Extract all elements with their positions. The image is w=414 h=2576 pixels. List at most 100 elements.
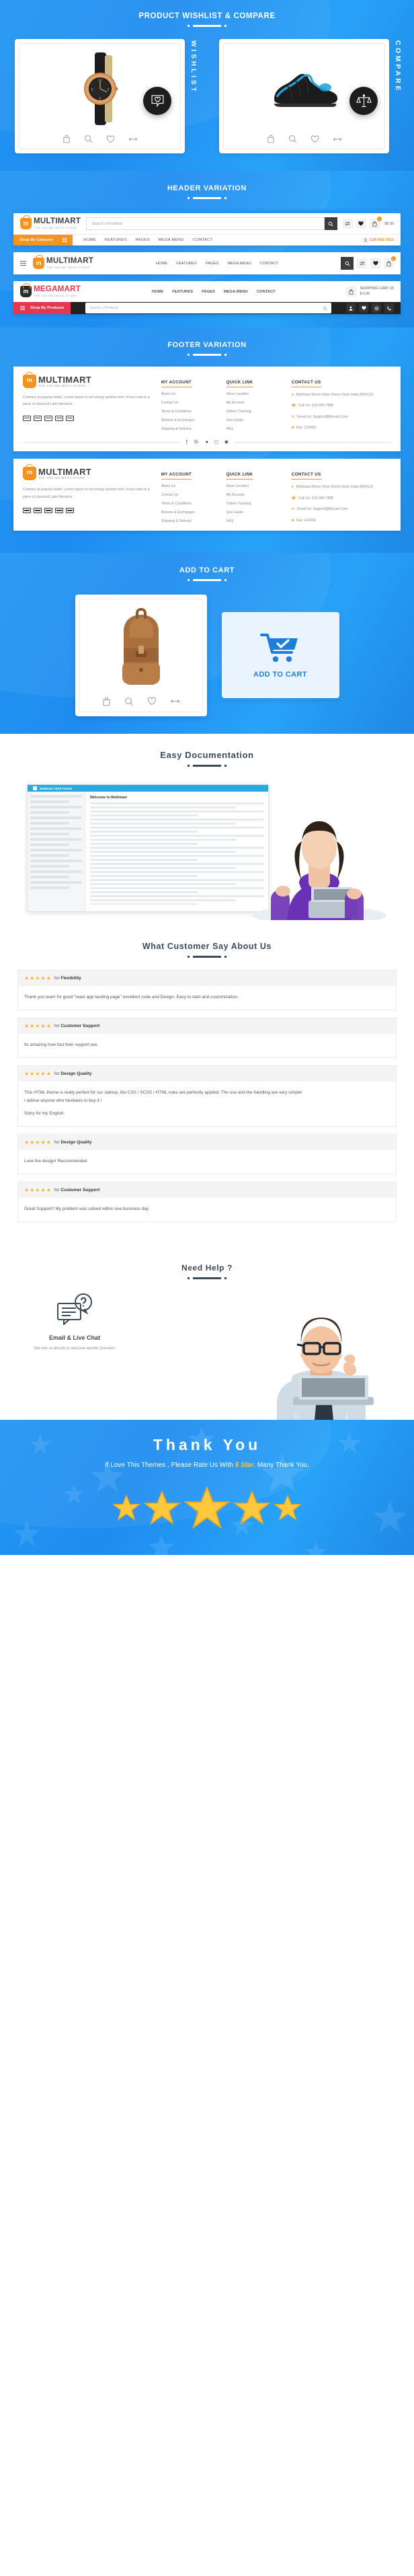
- brand-logo[interactable]: MULTIMART THE ONLINE MEGA STORE: [23, 464, 153, 481]
- footer-link[interactable]: Orders Tracking: [226, 502, 284, 506]
- nav-item-home[interactable]: HOME: [152, 290, 163, 294]
- search-input[interactable]: Search a Products: [86, 217, 325, 230]
- compare-icon[interactable]: [372, 303, 381, 313]
- footer-link[interactable]: Store Location: [226, 392, 284, 396]
- cart-icon[interactable]: [346, 287, 357, 297]
- footer-link[interactable]: Terms & Conditions: [161, 410, 218, 414]
- contact-phone-text: Call Us: 123-456-7898: [298, 404, 334, 408]
- search-icon[interactable]: [84, 135, 93, 143]
- star-icon[interactable]: [273, 1493, 302, 1523]
- bag-icon[interactable]: [267, 135, 275, 143]
- dark-bar-icons: [346, 303, 401, 313]
- nav-item-contact[interactable]: CONTACT: [193, 238, 213, 242]
- compare-icon[interactable]: [333, 136, 342, 143]
- nav-item-pages[interactable]: PAGES: [206, 262, 219, 266]
- phone-icon: ☎: [291, 496, 296, 500]
- bag-icon[interactable]: [63, 135, 71, 143]
- shop-by-products-button[interactable]: Shop By Products: [13, 302, 71, 314]
- search-icon[interactable]: [124, 697, 134, 706]
- star-icon[interactable]: [233, 1488, 272, 1527]
- footer-link[interactable]: My Account: [226, 401, 284, 405]
- footer-link[interactable]: Store Location: [226, 484, 284, 488]
- nav-item-features[interactable]: FEATURES: [172, 290, 193, 294]
- footer-link[interactable]: Shipping & Delivery: [161, 427, 218, 431]
- footer-link[interactable]: Contact Us: [161, 493, 218, 497]
- footer-link[interactable]: Contact Us: [161, 401, 218, 405]
- nav-item-mega-menu[interactable]: MEGA MENU: [159, 238, 184, 242]
- contact-email: ✉ Email Us: Support@Mycart.Com: [292, 414, 391, 420]
- cart-icon[interactable]: 0: [384, 256, 396, 268]
- header-phone[interactable]: 124-456-7813: [364, 237, 401, 243]
- compare-icon[interactable]: [342, 219, 353, 229]
- rss-icon[interactable]: ◉: [224, 439, 229, 445]
- star-icon[interactable]: [112, 1493, 141, 1523]
- amex-card-icon: [44, 415, 52, 421]
- footer-link[interactable]: Terms & Conditions: [161, 502, 218, 506]
- search-input[interactable]: Search a Products: [85, 303, 331, 313]
- brand-logo[interactable]: MULTIMART THE ONLINE MEGA STORE: [20, 215, 81, 229]
- user-icon[interactable]: [346, 303, 356, 313]
- rating-stars-graphic[interactable]: [0, 1484, 414, 1532]
- footer-link[interactable]: FAQ: [226, 427, 284, 431]
- nav-item-pages[interactable]: PAGES: [136, 238, 150, 242]
- nav-item-mega-menu[interactable]: MEGA MENU: [224, 290, 248, 294]
- heart-icon[interactable]: [356, 219, 366, 229]
- heart-icon[interactable]: [370, 258, 380, 268]
- wishlist-heart-badge[interactable]: [143, 87, 171, 115]
- google-plus-icon[interactable]: G·: [194, 440, 200, 445]
- nav-item-home[interactable]: HOME: [156, 262, 167, 266]
- header-action-icons: 0: [341, 256, 396, 270]
- star-icon[interactable]: [183, 1484, 231, 1532]
- heart-icon[interactable]: [106, 135, 115, 143]
- footer-link[interactable]: About Us: [161, 484, 218, 488]
- footer-link[interactable]: Orders Tracking: [226, 410, 284, 414]
- add-to-cart-button[interactable]: ADD TO CART: [221, 612, 339, 699]
- contact-phone: ☎ Call Us: 123-456-7898: [292, 403, 391, 409]
- nav-item-mega-menu[interactable]: MEGA MENU: [227, 262, 251, 266]
- nav-item-pages[interactable]: PAGES: [202, 290, 215, 294]
- nav-item-features[interactable]: FEATURES: [176, 262, 197, 266]
- search-icon[interactable]: [288, 135, 297, 143]
- brand-logo[interactable]: MULTIMART THE ONLINE MEGA STORE: [23, 372, 153, 388]
- shopping-cart-summary[interactable]: SHOPPING CART (3) $ 0.00: [346, 287, 394, 297]
- brand-logo-alt[interactable]: MEGAMART THE ONLINE MEGA STORE: [20, 283, 81, 297]
- footer-link[interactable]: Returns & Exchanges: [161, 418, 218, 422]
- footer-link[interactable]: Shipping & Delivery: [161, 519, 218, 523]
- nav-item-contact[interactable]: CONTACT: [260, 262, 279, 266]
- search-icon: [323, 306, 327, 311]
- footer-link[interactable]: Returns & Exchanges: [161, 510, 218, 515]
- star-icon[interactable]: [142, 1488, 181, 1527]
- footer-link[interactable]: Size Guide: [226, 510, 284, 515]
- instagram-icon[interactable]: ◻: [214, 439, 218, 445]
- compare-scale-badge[interactable]: [349, 87, 378, 115]
- heart-icon[interactable]: [310, 135, 319, 143]
- search-button[interactable]: [341, 257, 354, 270]
- nav-item-home[interactable]: HOME: [83, 238, 96, 242]
- brand-tagline: THE ONLINE MEGA STORE: [46, 265, 90, 269]
- shop-by-category-button[interactable]: Shop By Category: [13, 235, 73, 245]
- product-card-backpack[interactable]: [75, 594, 207, 716]
- footer-link[interactable]: About Us: [161, 392, 218, 396]
- header-variation-2: MULTIMART THE ONLINE MEGA STORE HOME FEA…: [13, 252, 401, 274]
- heart-icon[interactable]: [147, 697, 157, 706]
- footer-link[interactable]: FAQ: [226, 519, 284, 523]
- documentation-sidebar[interactable]: [28, 792, 85, 911]
- heart-icon[interactable]: [359, 303, 368, 313]
- twitter-icon[interactable]: ●: [206, 440, 208, 445]
- compare-icon[interactable]: [357, 258, 367, 268]
- compare-icon[interactable]: [170, 697, 180, 705]
- nav-item-contact[interactable]: CONTACT: [257, 290, 276, 294]
- footer-link[interactable]: Size Guide: [226, 418, 284, 422]
- bag-icon[interactable]: [102, 697, 111, 706]
- grid-icon: [63, 238, 67, 242]
- facebook-icon[interactable]: ƒ: [185, 440, 188, 445]
- search-button[interactable]: [324, 217, 337, 230]
- footer-link[interactable]: My Account: [226, 493, 284, 497]
- nav-item-features[interactable]: FEATURES: [105, 238, 127, 242]
- hamburger-menu-icon[interactable]: [20, 260, 26, 266]
- help-card-email-chat[interactable]: Email & Live Chat Talk with us directly …: [0, 1293, 134, 1353]
- compare-icon[interactable]: [128, 136, 138, 143]
- cart-icon[interactable]: 0: [369, 217, 382, 229]
- brand-logo[interactable]: MULTIMART THE ONLINE MEGA STORE: [33, 255, 93, 269]
- phone-icon[interactable]: [384, 303, 394, 313]
